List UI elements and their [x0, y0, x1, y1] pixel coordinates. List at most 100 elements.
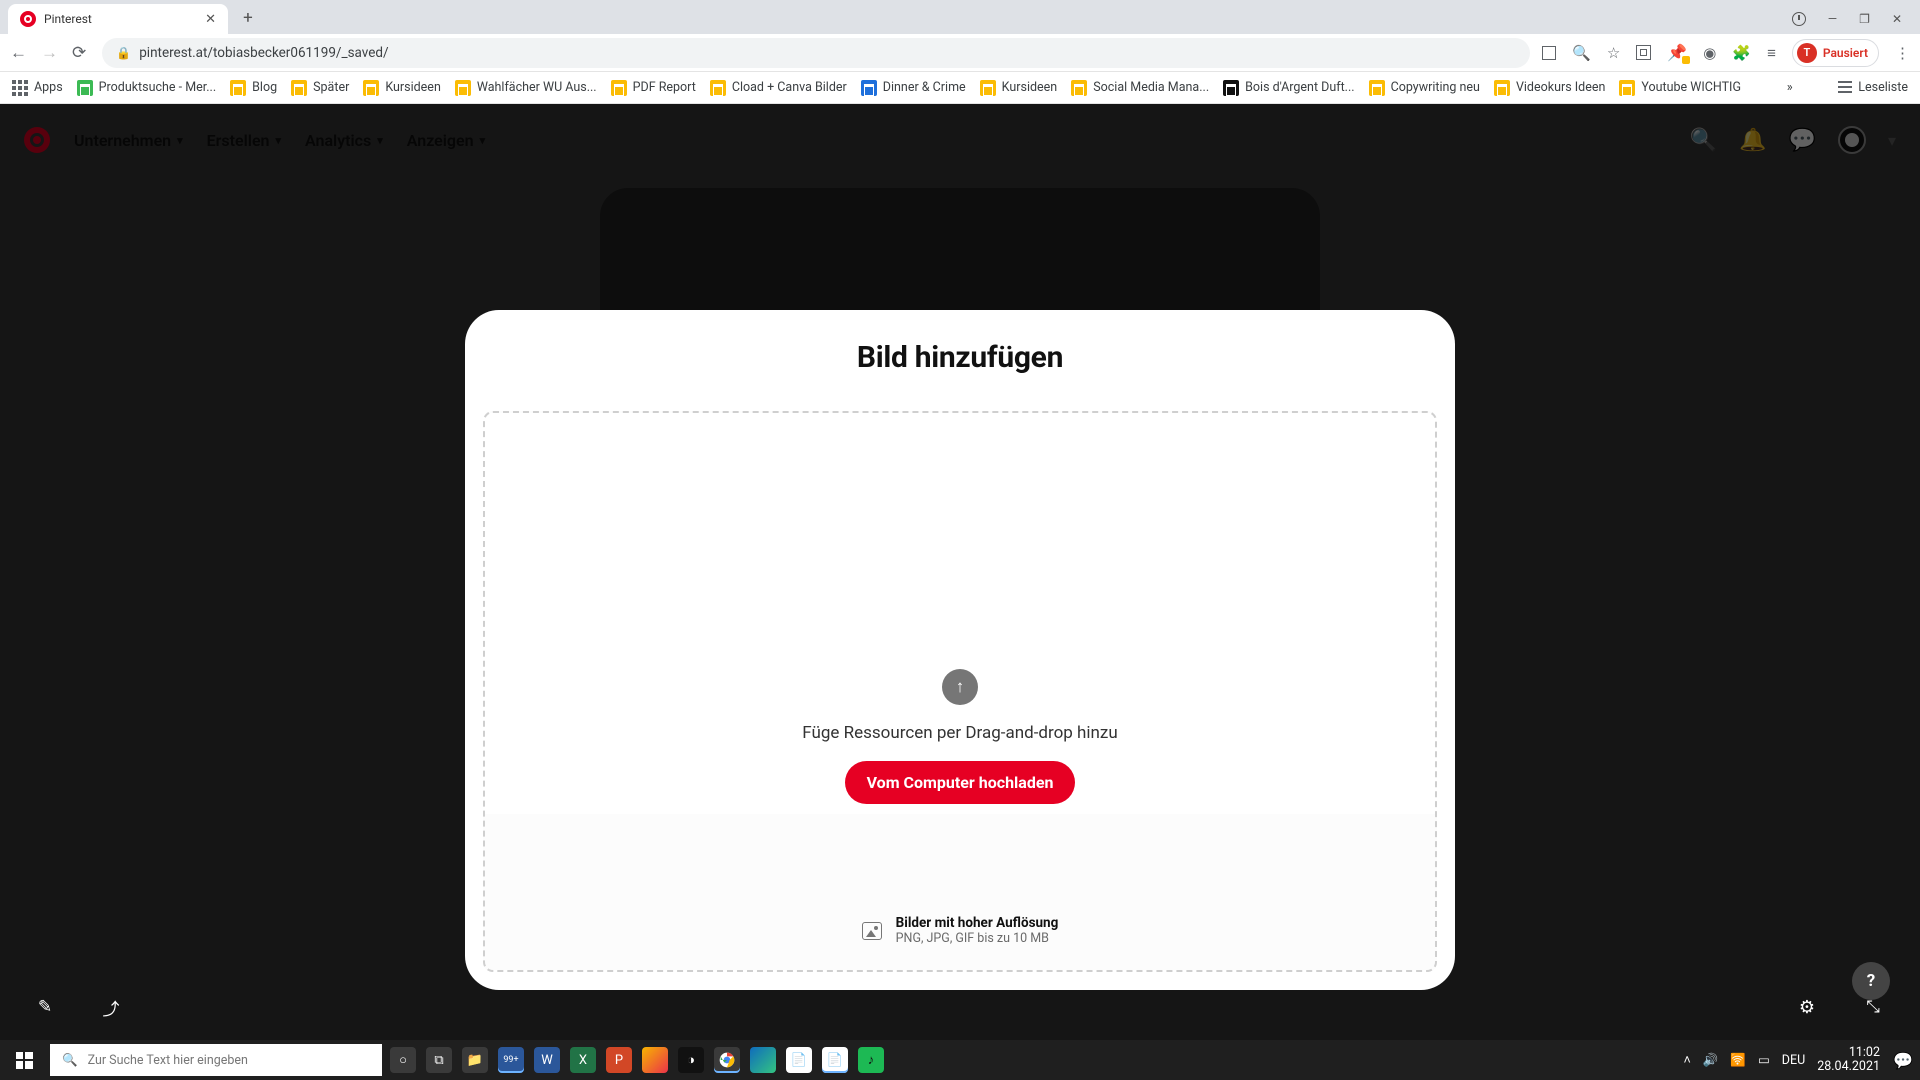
- mail-icon[interactable]: 99+: [498, 1047, 524, 1073]
- url-field[interactable]: 🔒 pinterest.at/tobiasbecker061199/_saved…: [102, 38, 1530, 68]
- extensions-icon[interactable]: 🧩: [1732, 44, 1751, 62]
- browser-menu-icon[interactable]: ⋮: [1895, 44, 1910, 62]
- notepad2-icon[interactable]: 📄: [822, 1047, 848, 1073]
- edit-icon[interactable]: ✎: [26, 988, 64, 1026]
- bookmarks-bar: Apps Produktsuche - Mer... Blog Später K…: [0, 72, 1920, 104]
- bookmark-icon: [1071, 80, 1087, 96]
- image-icon: [862, 922, 882, 940]
- upload-arrow-icon: ↑: [942, 669, 978, 705]
- bookmark-icon: [1494, 80, 1510, 96]
- word-icon[interactable]: W: [534, 1047, 560, 1073]
- bookmark-icon: [861, 80, 877, 96]
- bookmark-item[interactable]: Kursideen: [363, 80, 441, 96]
- taskbar-clock[interactable]: 11:02 28.04.2021: [1817, 1046, 1880, 1074]
- upload-from-computer-button[interactable]: Vom Computer hochladen: [845, 761, 1076, 804]
- bookmark-icon: [1369, 80, 1385, 96]
- bookmark-icon: [230, 80, 246, 96]
- bookmark-item[interactable]: Bois d'Argent Duft...: [1223, 80, 1354, 96]
- reader-icon[interactable]: [1636, 45, 1651, 60]
- app-icon[interactable]: [642, 1047, 668, 1073]
- bookmark-item[interactable]: PDF Report: [611, 80, 696, 96]
- cortana-icon[interactable]: ○: [390, 1047, 416, 1073]
- bookmark-item[interactable]: Videokurs Ideen: [1494, 80, 1605, 96]
- task-view-icon[interactable]: ⧉: [426, 1047, 452, 1073]
- bookmark-item[interactable]: Cload + Canva Bilder: [710, 80, 847, 96]
- new-tab-button[interactable]: +: [234, 4, 262, 32]
- modal-title: Bild hinzufügen: [483, 340, 1437, 375]
- pinterest-favicon-icon: [20, 11, 36, 27]
- nav-back-icon[interactable]: ←: [10, 43, 27, 63]
- bookmark-icon: [980, 80, 996, 96]
- reading-list-icon[interactable]: ≡: [1767, 44, 1776, 62]
- taskbar-search[interactable]: 🔍 Zur Suche Text hier eingeben: [50, 1044, 382, 1076]
- zoom-icon[interactable]: 🔍: [1572, 44, 1591, 62]
- excel-icon[interactable]: X: [570, 1047, 596, 1073]
- bookmark-item[interactable]: Kursideen: [980, 80, 1058, 96]
- obs-icon[interactable]: ◑: [678, 1047, 704, 1073]
- list-icon: [1838, 81, 1852, 95]
- apps-label: Apps: [34, 80, 63, 95]
- bookmarks-overflow[interactable]: »: [1787, 80, 1793, 95]
- apps-shortcut[interactable]: Apps: [12, 80, 63, 96]
- bookmark-star-icon[interactable]: ☆: [1607, 44, 1620, 62]
- bookmark-item[interactable]: Social Media Mana...: [1071, 80, 1209, 96]
- action-center-icon[interactable]: 💬: [1892, 1045, 1914, 1075]
- hint-title: Bilder mit hoher Auflösung: [896, 915, 1059, 931]
- bookmark-item[interactable]: Wahlfächer WU Aus...: [455, 80, 597, 96]
- bookmark-item[interactable]: Copywriting neu: [1369, 80, 1480, 96]
- bookmark-icon: [1619, 80, 1635, 96]
- hint-subtitle: PNG, JPG, GIF bis zu 10 MB: [896, 931, 1059, 946]
- spotify-icon[interactable]: ♪: [858, 1047, 884, 1073]
- bookmark-item[interactable]: Blog: [230, 80, 277, 96]
- window-close-icon[interactable]: ✕: [1892, 12, 1902, 26]
- nav-reload-icon[interactable]: ⟳: [72, 43, 86, 63]
- bookmark-item[interactable]: Dinner & Crime: [861, 80, 966, 96]
- bookmark-item[interactable]: Youtube WICHTIG: [1619, 80, 1741, 96]
- url-text: pinterest.at/tobiasbecker061199/_saved/: [139, 45, 388, 61]
- start-button[interactable]: [0, 1040, 48, 1080]
- tab-close-icon[interactable]: ✕: [205, 12, 216, 27]
- filter-icon[interactable]: ⚙: [1788, 988, 1826, 1026]
- browser-tab-bar: Pinterest ✕ + — ❐ ✕: [0, 0, 1920, 34]
- extension-circle-icon[interactable]: ◉: [1703, 44, 1716, 62]
- bookmark-icon: [77, 80, 93, 96]
- tray-language[interactable]: DEU: [1782, 1053, 1805, 1068]
- bookmark-item[interactable]: Später: [291, 80, 349, 96]
- tray-chevron-icon[interactable]: ˄: [1684, 1053, 1691, 1068]
- bookmark-icon: [291, 80, 307, 96]
- bookmark-icon: [710, 80, 726, 96]
- windows-taskbar: 🔍 Zur Suche Text hier eingeben ○ ⧉ 📁 99+…: [0, 1040, 1920, 1080]
- bookmark-icon: [363, 80, 379, 96]
- profile-chip[interactable]: T Pausiert: [1792, 39, 1879, 67]
- share-icon[interactable]: ⤴: [92, 988, 130, 1026]
- file-explorer-icon[interactable]: 📁: [462, 1047, 488, 1073]
- profile-status: Pausiert: [1823, 46, 1868, 60]
- add-image-modal: Bild hinzufügen ↑ Füge Ressourcen per Dr…: [465, 310, 1455, 990]
- bookmark-icon: [611, 80, 627, 96]
- page-content: Unternehmen▾ Erstellen▾ Analytics▾ Anzei…: [0, 104, 1920, 1040]
- clock-date: 28.04.2021: [1817, 1060, 1880, 1074]
- upload-hint: Bilder mit hoher Auflösung PNG, JPG, GIF…: [485, 915, 1435, 946]
- bookmark-item[interactable]: Produktsuche - Mer...: [77, 80, 216, 96]
- edge-icon[interactable]: [750, 1047, 776, 1073]
- help-button[interactable]: ?: [1852, 962, 1890, 1000]
- install-app-icon[interactable]: [1542, 46, 1556, 60]
- window-minimize-icon[interactable]: —: [1828, 12, 1837, 26]
- tray-battery-icon[interactable]: ▭: [1758, 1052, 1770, 1068]
- reading-list-button[interactable]: Leseliste: [1838, 80, 1908, 95]
- window-maximize-icon[interactable]: ❐: [1859, 12, 1870, 26]
- profile-avatar-icon: T: [1797, 43, 1817, 63]
- extension-pin-icon[interactable]: 📌: [1667, 43, 1687, 62]
- nav-forward-icon: →: [41, 43, 58, 63]
- notepad-icon[interactable]: 📄: [786, 1047, 812, 1073]
- browser-tab-active[interactable]: Pinterest ✕: [8, 4, 228, 34]
- bookmark-icon: [455, 80, 471, 96]
- upload-dropzone[interactable]: ↑ Füge Ressourcen per Drag-and-drop hinz…: [483, 411, 1437, 972]
- search-icon: 🔍: [62, 1053, 78, 1068]
- chrome-icon[interactable]: [714, 1047, 740, 1073]
- search-placeholder: Zur Suche Text hier eingeben: [88, 1053, 248, 1068]
- tray-volume-icon[interactable]: 🔊: [1703, 1053, 1719, 1068]
- powerpoint-icon[interactable]: P: [606, 1047, 632, 1073]
- tray-network-icon[interactable]: 🛜: [1730, 1053, 1746, 1068]
- lock-icon: 🔒: [116, 46, 131, 60]
